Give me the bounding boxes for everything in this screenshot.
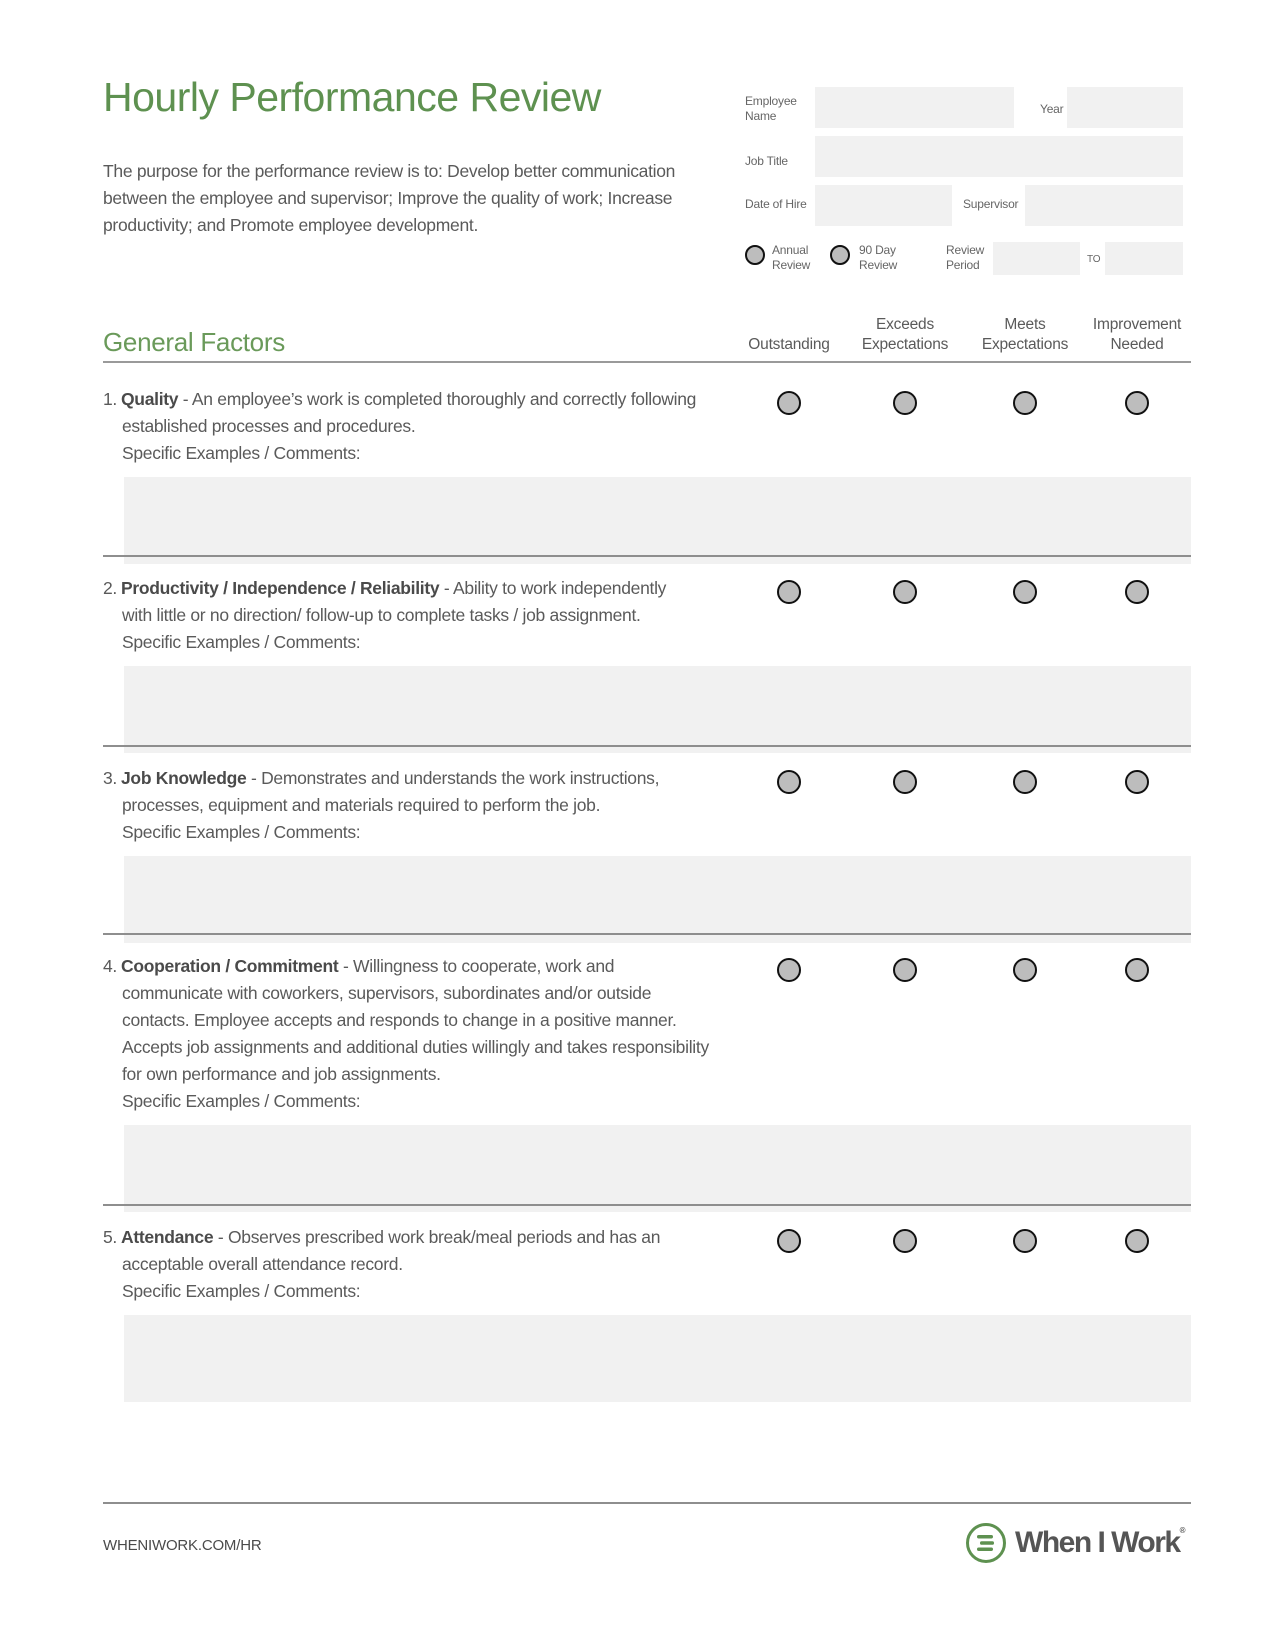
rating-radio-exceeds-expectations[interactable] <box>893 391 917 415</box>
section-title: General Factors <box>103 327 285 357</box>
factor-name: Cooperation / Commitment <box>121 956 339 976</box>
review-period-to-field[interactable] <box>1105 242 1183 275</box>
rating-radio-outstanding[interactable] <box>777 1229 801 1253</box>
factor-number: 5. <box>103 1227 117 1247</box>
factor-number: 2. <box>103 578 117 598</box>
page-description: The purpose for the performance review i… <box>103 161 676 235</box>
job-title-label: Job Title <box>745 154 788 168</box>
rating-radio-improvement-needed[interactable] <box>1125 391 1149 415</box>
supervisor-field[interactable] <box>1025 185 1183 226</box>
year-field[interactable] <box>1067 87 1183 128</box>
rating-radio-outstanding[interactable] <box>777 770 801 794</box>
rating-radio-meets-expectations[interactable] <box>1013 770 1037 794</box>
comments-label: Specific Examples / Comments: <box>122 1281 361 1301</box>
factor-number: 3. <box>103 768 117 788</box>
ninety-day-review-radio[interactable] <box>830 245 850 265</box>
rating-radio-meets-expectations[interactable] <box>1013 391 1037 415</box>
rating-radio-improvement-needed[interactable] <box>1125 770 1149 794</box>
rating-radio-improvement-needed[interactable] <box>1125 958 1149 982</box>
page-title: Hourly Performance Review <box>103 74 601 120</box>
annual-review-radio[interactable] <box>745 245 765 265</box>
comments-field[interactable] <box>124 477 1191 564</box>
rating-column-header: Exceeds Expectations <box>861 316 949 353</box>
factor-name: Productivity / Independence / Reliabilit… <box>121 578 440 598</box>
when-i-work-logo: When I Work® <box>965 1522 1186 1564</box>
employee-name-field[interactable] <box>815 87 1014 128</box>
date-of-hire-label: Date of Hire <box>745 197 807 211</box>
year-label: Year <box>1040 102 1064 116</box>
rating-radio-exceeds-expectations[interactable] <box>893 770 917 794</box>
employee-name-label: Employee Name <box>745 94 797 123</box>
factor-description: 4. Cooperation / Commitment - Willingness… <box>103 953 743 1115</box>
supervisor-label: Supervisor <box>963 197 1019 211</box>
date-of-hire-field[interactable] <box>815 185 952 226</box>
factor-description: 2. Productivity / Independence / Reliabil… <box>103 575 743 656</box>
factor-number: 1. <box>103 389 117 409</box>
factor-name: Job Knowledge <box>121 768 247 788</box>
rating-radio-improvement-needed[interactable] <box>1125 1229 1149 1253</box>
brand-name: When I Work® <box>1015 1526 1186 1559</box>
rating-radio-meets-expectations[interactable] <box>1013 1229 1037 1253</box>
factor-number: 4. <box>103 956 117 976</box>
factor-description: 5. Attendance - Observes prescribed work … <box>103 1224 743 1305</box>
rating-radio-meets-expectations[interactable] <box>1013 958 1037 982</box>
comments-field[interactable] <box>124 666 1191 753</box>
section-divider <box>103 361 1191 363</box>
comments-label: Specific Examples / Comments: <box>122 822 361 842</box>
item-divider <box>103 1204 1191 1206</box>
ninety-day-review-label: 90 Day Review <box>859 243 898 272</box>
item-divider <box>103 745 1191 747</box>
comments-field[interactable] <box>124 1315 1191 1402</box>
comments-field[interactable] <box>124 1125 1191 1212</box>
rating-radio-outstanding[interactable] <box>777 391 801 415</box>
factor-name: Attendance <box>121 1227 214 1247</box>
rating-radio-exceeds-expectations[interactable] <box>893 958 917 982</box>
comments-label: Specific Examples / Comments: <box>122 632 361 652</box>
rating-radio-improvement-needed[interactable] <box>1125 580 1149 604</box>
review-period-label: Review Period <box>946 243 985 272</box>
item-divider <box>103 933 1191 935</box>
rating-radio-exceeds-expectations[interactable] <box>893 580 917 604</box>
review-period-from-field[interactable] <box>993 242 1080 275</box>
item-divider <box>103 555 1191 557</box>
factor-name: Quality <box>121 389 179 409</box>
rating-radio-exceeds-expectations[interactable] <box>893 1229 917 1253</box>
to-label: TO <box>1087 254 1101 265</box>
rating-radio-outstanding[interactable] <box>777 580 801 604</box>
comments-label: Specific Examples / Comments: <box>122 443 361 463</box>
footer-divider <box>103 1502 1191 1504</box>
annual-review-label: Annual Review <box>772 243 811 272</box>
job-title-field[interactable] <box>815 136 1183 177</box>
rating-column-header: Meets Expectations <box>981 316 1069 353</box>
factor-description: 3. Job Knowledge - Demonstrates and under… <box>103 765 743 846</box>
footer-url[interactable]: WHENIWORK.COM/HR <box>103 1537 262 1554</box>
factor-description: 1. Quality - An employee’s work is comple… <box>103 386 743 467</box>
when-i-work-logo-icon <box>966 1523 1006 1563</box>
comments-field[interactable] <box>124 856 1191 943</box>
rating-radio-outstanding[interactable] <box>777 958 801 982</box>
comments-label: Specific Examples / Comments: <box>122 1091 361 1111</box>
rating-radio-meets-expectations[interactable] <box>1013 580 1037 604</box>
rating-column-header: Outstanding <box>748 336 830 353</box>
rating-column-header: Improvement Needed <box>1092 316 1182 353</box>
